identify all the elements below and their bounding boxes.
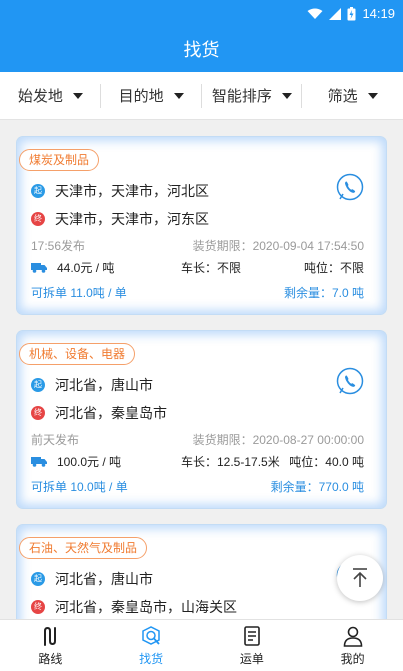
- filter-bar: 始发地 目的地 智能排序 筛选: [0, 72, 403, 120]
- tab-waybill-label: 运单: [239, 651, 264, 666]
- remaining-quantity: 剩余量：7.0 吨: [283, 286, 364, 300]
- cargo-card[interactable]: 煤炭及制品 起 天津市，天津市，河北区 终 天津市，天津市，河东区 17:56发…: [17, 137, 386, 314]
- price-group: 44.0元 / 吨: [31, 259, 181, 276]
- origin-text: 河北省，唐山市: [55, 571, 153, 587]
- vehicle-length: 车长：12.5-17.5米: [181, 455, 280, 469]
- destination-badge: 终: [31, 212, 45, 226]
- dropdown-arrow-icon: [72, 92, 83, 99]
- vehicle-length: 车长：不限: [181, 261, 242, 275]
- detail-row: 100.0元 / 吨 车长：12.5-17.5米 吨位：40.0 吨: [31, 453, 364, 470]
- waybill-icon: [244, 625, 260, 646]
- cargo-category-tag: 石油、天然气及制品: [19, 537, 148, 559]
- price-group: 100.0元 / 吨: [31, 453, 181, 470]
- bottom-tab-bar: 路线 找货 运单 我的: [0, 619, 403, 671]
- destination-row: 终 河北省，秦皇岛市，山海关区: [31, 597, 237, 617]
- freight-price: 100.0元 / 吨: [57, 455, 122, 469]
- origin-row: 起 河北省，唐山市: [31, 375, 153, 395]
- status-icons: 14:19: [307, 6, 395, 21]
- wifi-icon: [307, 8, 323, 19]
- find-cargo-icon: [142, 625, 160, 645]
- loading-deadline: 装货期限：2020-09-04 17:54:50: [192, 239, 364, 253]
- phone-icon[interactable]: [336, 173, 364, 201]
- origin-row: 起 河北省，唐山市: [31, 569, 153, 589]
- meta-row: 17:56发布 装货期限：2020-09-04 17:54:50: [31, 237, 364, 254]
- destination-row: 终 天津市，天津市，河东区: [31, 209, 209, 229]
- tab-route-label: 路线: [38, 651, 63, 666]
- tonnage: 吨位：不限: [303, 261, 364, 275]
- split-order-info: 可拆单 11.0吨 / 单: [31, 286, 127, 300]
- app-bar: 找货: [0, 28, 403, 72]
- origin-text: 天津市，天津市，河北区: [55, 183, 209, 199]
- filter-origin[interactable]: 始发地: [0, 72, 101, 119]
- meta-row: 前天发布 装货期限：2020-08-27 00:00:00: [31, 431, 364, 448]
- tab-profile[interactable]: 我的: [302, 620, 403, 671]
- detail-row: 44.0元 / 吨 车长：不限 吨位：不限: [31, 259, 364, 276]
- scroll-to-top-button[interactable]: [337, 555, 383, 601]
- remaining-quantity: 剩余量：770.0 吨: [270, 480, 364, 494]
- arrow-up-icon: [353, 568, 367, 587]
- destination-row: 终 河北省，秦皇岛市: [31, 403, 167, 423]
- dropdown-arrow-icon: [173, 92, 184, 99]
- destination-badge: 终: [31, 406, 45, 420]
- user-icon: [343, 626, 362, 647]
- tab-find-cargo-label: 找货: [139, 651, 164, 666]
- truck-icon: [31, 457, 47, 467]
- filter-destination-label: 目的地: [118, 88, 164, 105]
- origin-badge: 起: [31, 572, 45, 586]
- quantity-row: 可拆单 11.0吨 / 单 剩余量：7.0 吨: [31, 284, 364, 301]
- origin-row: 起 天津市，天津市，河北区: [31, 181, 209, 201]
- cargo-category-tag: 煤炭及制品: [19, 149, 100, 171]
- phone-icon[interactable]: [336, 367, 364, 395]
- destination-text: 河北省，秦皇岛市，山海关区: [55, 599, 237, 615]
- origin-badge: 起: [31, 184, 45, 198]
- loading-deadline: 装货期限：2020-08-27 00:00:00: [192, 433, 364, 447]
- cargo-list[interactable]: 煤炭及制品 起 天津市，天津市，河北区 终 天津市，天津市，河东区 17:56发…: [0, 121, 403, 619]
- clock: 14:19: [362, 6, 395, 21]
- destination-badge: 终: [31, 600, 45, 614]
- dropdown-arrow-icon: [367, 92, 378, 99]
- published-time: 17:56发布: [31, 239, 86, 253]
- filter-sort[interactable]: 智能排序: [202, 72, 303, 119]
- split-order-info: 可拆单 10.0吨 / 单: [31, 480, 128, 494]
- origin-text: 河北省，唐山市: [55, 377, 153, 393]
- signal-icon: [329, 7, 342, 20]
- filter-destination[interactable]: 目的地: [101, 72, 202, 119]
- tab-profile-label: 我的: [340, 651, 365, 666]
- battery-icon: [347, 6, 356, 20]
- quantity-row: 可拆单 10.0吨 / 单 剩余量：770.0 吨: [31, 478, 364, 495]
- tonnage: 吨位：40.0 吨: [289, 455, 364, 469]
- filter-origin-label: 始发地: [17, 88, 63, 105]
- truck-icon: [31, 263, 47, 273]
- published-time: 前天发布: [31, 433, 80, 447]
- cargo-card[interactable]: 机械、设备、电器 起 河北省，唐山市 终 河北省，秦皇岛市 前天发布 装货期限：…: [17, 331, 386, 508]
- status-bar: 14:19: [0, 0, 403, 28]
- tab-waybill[interactable]: 运单: [202, 620, 303, 671]
- freight-price: 44.0元 / 吨: [57, 261, 115, 275]
- destination-text: 天津市，天津市，河东区: [55, 211, 209, 227]
- filter-screen[interactable]: 筛选: [302, 72, 403, 119]
- route-icon: [44, 626, 57, 646]
- filter-sort-label: 智能排序: [211, 88, 272, 105]
- tab-route[interactable]: 路线: [0, 620, 101, 671]
- destination-text: 河北省，秦皇岛市: [55, 405, 167, 421]
- dropdown-arrow-icon: [281, 92, 292, 99]
- cargo-card[interactable]: 石油、天然气及制品 起 河北省，唐山市 终 河北省，秦皇岛市，山海关区: [17, 525, 386, 619]
- origin-badge: 起: [31, 378, 45, 392]
- filter-screen-label: 筛选: [327, 88, 358, 105]
- tab-find-cargo[interactable]: 找货: [101, 620, 202, 671]
- page-title: 找货: [183, 40, 220, 60]
- cargo-category-tag: 机械、设备、电器: [19, 343, 136, 365]
